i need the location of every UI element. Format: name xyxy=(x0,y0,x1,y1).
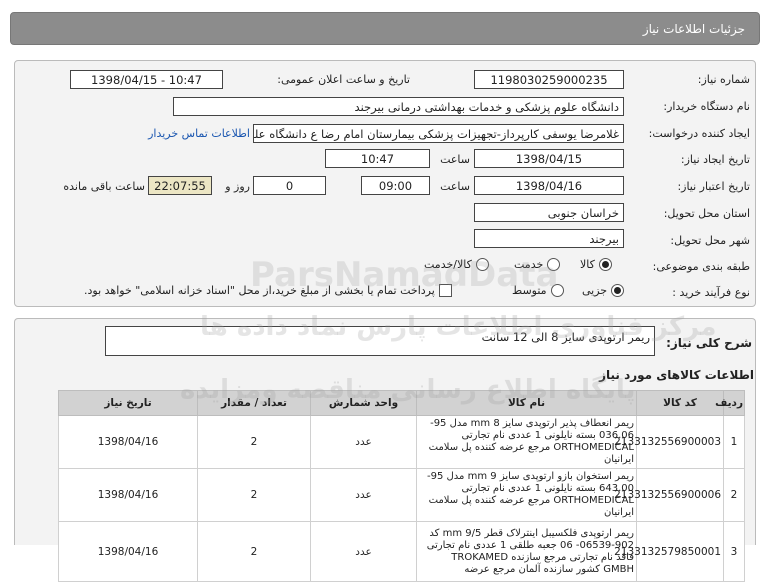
items-table: ردیف کد کالا نام کالا واحد شمارش تعداد /… xyxy=(58,390,745,582)
validity-date-field[interactable]: 1398/04/16 xyxy=(474,176,624,195)
category-goods-radio[interactable] xyxy=(598,258,612,271)
row-name: ریمر ارتوپدی فلکسیبل اینترلاک قطر 9/5 mm… xyxy=(416,521,637,582)
remaining-time-field: 22:07:55 xyxy=(148,176,212,195)
days-field[interactable]: 0 xyxy=(253,176,326,195)
row-code: 2133132556900006 xyxy=(614,468,724,522)
creator-label: ایجاد کننده درخواست: xyxy=(648,127,750,140)
category-goods-label: کالا xyxy=(580,258,595,271)
created-time-field[interactable]: 10:47 xyxy=(325,149,430,168)
category-label: طبقه بندی موضوعی: xyxy=(652,260,750,273)
table-row[interactable]: 3 2133132579850001 ریمر ارتوپدی فلکسیبل … xyxy=(58,521,745,582)
row-date: 1398/04/16 xyxy=(58,468,198,522)
row-name: ریمر استخوان بازو ارتوپدی سایز 9 mm مدل … xyxy=(416,468,637,522)
validity-label: تاریخ اعتبار نیاز: xyxy=(677,180,750,193)
row-date: 1398/04/16 xyxy=(58,521,198,582)
created-date-field[interactable]: 1398/04/15 xyxy=(474,149,624,168)
row-qty: 2 xyxy=(197,468,311,522)
city-label: شهر محل تحویل: xyxy=(670,234,750,247)
table-row[interactable]: 2 2133132556900006 ریمر استخوان بازو ارت… xyxy=(58,468,745,522)
row-qty: 2 xyxy=(197,521,311,582)
items-table-wrapper: ردیف کد کالا نام کالا واحد شمارش تعداد /… xyxy=(58,390,745,582)
row-index: 2 xyxy=(723,468,745,522)
row-unit: عدد xyxy=(310,468,417,522)
days-label: روز و xyxy=(225,180,250,193)
created-hour-label: ساعت xyxy=(440,153,470,166)
row-code: 2133132579850001 xyxy=(614,521,724,582)
announce-label: تاریخ و ساعت اعلان عمومی: xyxy=(277,73,410,86)
province-field[interactable]: خراسان جنوبی xyxy=(474,203,624,222)
creator-field[interactable]: غلامرضا یوسفی کارپرداز-تجهیزات پزشکی بیم… xyxy=(253,124,624,143)
panel-header: جزئیات اطلاعات نیاز xyxy=(10,12,760,45)
process-minor-label: جزیی xyxy=(582,284,608,297)
process-option-minor[interactable]: جزیی xyxy=(582,284,625,297)
row-name: ریمر انعطاف پذیر ارتوپدی سایز 8 mm مدل 9… xyxy=(416,415,637,469)
row-index: 1 xyxy=(723,415,745,469)
col-code: کد کالا xyxy=(636,390,724,416)
row-unit: عدد xyxy=(310,415,417,469)
watermark-line2: پایگاه اطلاع رسانی مناقصه ومزایده xyxy=(180,375,636,405)
buyer-label: نام دستگاه خریدار: xyxy=(663,100,750,113)
buyer-field[interactable]: دانشگاه علوم پزشکی و خدمات بهداشتی درمان… xyxy=(173,97,624,116)
panel-title: جزئیات اطلاعات نیاز xyxy=(642,21,745,36)
validity-hour-label: ساعت xyxy=(440,180,470,193)
row-code: 2133132556900003 xyxy=(614,415,724,469)
validity-time-field[interactable]: 09:00 xyxy=(361,176,430,195)
col-row: ردیف xyxy=(715,390,745,416)
need-number-field[interactable]: 1198030259000235 xyxy=(474,70,624,89)
row-date: 1398/04/16 xyxy=(58,415,198,469)
need-number-label: شماره نیاز: xyxy=(697,73,750,86)
contact-info-link[interactable]: اطلاعات تماس خریدار xyxy=(115,127,250,140)
watermark-line1: مرکز فناوری اطلاعات پارس نماد داده ها xyxy=(200,312,717,342)
row-unit: عدد xyxy=(310,521,417,582)
city-field[interactable]: بیرجند xyxy=(474,229,624,248)
col-date: تاریخ نیاز xyxy=(58,390,198,416)
province-label: استان محل تحویل: xyxy=(663,207,750,220)
created-label: تاریخ ایجاد نیاز: xyxy=(680,153,750,166)
category-option-goods[interactable]: کالا xyxy=(580,258,612,271)
process-minor-radio[interactable] xyxy=(611,284,625,297)
watermark-brand: ParsNamadData xyxy=(250,255,559,295)
process-label: نوع فرآیند خرید : xyxy=(672,286,750,299)
table-row[interactable]: 1 2133132556900003 ریمر انعطاف پذیر ارتو… xyxy=(58,415,745,469)
row-index: 3 xyxy=(723,521,745,582)
announce-field[interactable]: 1398/04/15 - 10:47 xyxy=(70,70,223,89)
remaining-label: ساعت باقی مانده xyxy=(63,180,145,193)
row-qty: 2 xyxy=(197,415,311,469)
